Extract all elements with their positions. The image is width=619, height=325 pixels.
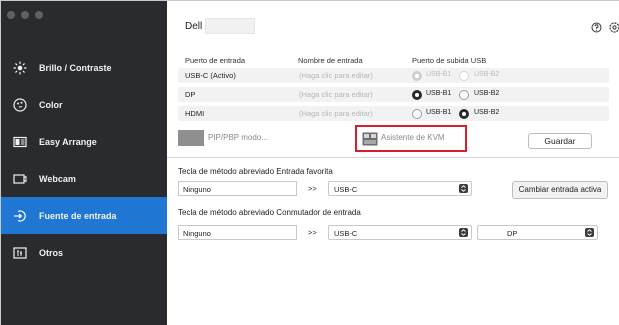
sidebar-item-label: Easy Arrange [39, 136, 97, 147]
save-button[interactable]: Guardar [528, 133, 592, 149]
select-chevron-icon [459, 228, 468, 237]
usb-b2-label: USB-B2 [474, 90, 500, 97]
usb-b1-label: USB-B1 [426, 90, 452, 97]
select-chevron-icon [585, 228, 594, 237]
close-window-button[interactable] [7, 11, 15, 19]
usb-b1-radio [412, 71, 422, 81]
kvm-wizard-icon[interactable] [362, 132, 378, 146]
table-row: DP (Haga clic para editar) USB-B1 USB-B2 [178, 87, 609, 102]
sidebar-item-others[interactable]: Otros [1, 234, 167, 271]
switcher-input-a-select[interactable]: USB-C [328, 225, 472, 240]
sidebar-item-label: Brillo / Contraste [39, 62, 112, 73]
input-source-icon [13, 209, 27, 223]
sidebar-item-brightness[interactable]: Brillo / Contraste [1, 49, 167, 86]
sidebar-item-label: Webcam [39, 173, 76, 184]
sidebar-item-color[interactable]: Color [1, 86, 167, 123]
switcher-shortcut-field[interactable]: Ninguno [178, 225, 297, 240]
divider [167, 157, 619, 158]
usb-b1-label: USB-B1 [426, 71, 452, 78]
kvm-wizard-link[interactable]: Asistente de KVM [381, 133, 445, 142]
color-icon [13, 97, 27, 112]
usb-b1-radio[interactable] [412, 109, 422, 119]
sidebar-item-label: Fuente de entrada [39, 210, 117, 221]
change-active-input-button[interactable]: Cambiar entrada activa [512, 181, 608, 199]
usb-b1-radio[interactable] [412, 90, 422, 100]
sidebar-item-label: Color [39, 99, 63, 110]
usb-b2-label: USB-B2 [474, 109, 500, 116]
usb-b2-label: USB-B2 [474, 71, 500, 78]
favorite-input-select[interactable]: USB-C [328, 181, 472, 196]
main-panel: Dell Puerto de entrada Nombre de entrada… [167, 1, 619, 325]
usb-b2-radio[interactable] [459, 109, 469, 119]
favorite-arrow: >> [308, 184, 317, 193]
header-usb-upstream: Puerto de subida USB [412, 56, 487, 65]
usb-b2-radio [459, 71, 469, 81]
arrange-icon [13, 135, 27, 149]
others-icon [13, 246, 27, 260]
webcam-icon [13, 172, 27, 186]
pip-pbp-icon[interactable] [178, 130, 204, 146]
sidebar-item-easy-arrange[interactable]: Easy Arrange [1, 123, 167, 160]
input-name-field[interactable]: (Haga clic para editar) [299, 71, 373, 80]
header-input-port: Puerto de entrada [185, 56, 246, 65]
sun-icon [13, 60, 27, 75]
input-name-field[interactable]: (Haga clic para editar) [299, 90, 373, 99]
favorite-input-title: Tecla de método abreviado Entrada favori… [178, 167, 333, 176]
input-port-label: HDMI [185, 109, 205, 118]
app-window: Brillo / Contraste Color Easy Arrange We… [0, 0, 619, 325]
input-name-field[interactable]: (Haga clic para editar) [299, 109, 373, 118]
favorite-shortcut-value: Ninguno [183, 185, 211, 194]
table-row: HDMI (Haga clic para editar) USB-B1 USB-… [178, 106, 609, 121]
sidebar-item-webcam[interactable]: Webcam [1, 160, 167, 197]
minimize-window-button[interactable] [21, 11, 29, 19]
usb-b1-label: USB-B1 [426, 109, 452, 116]
sidebar: Brillo / Contraste Color Easy Arrange We… [1, 1, 167, 325]
switcher-input-b-select[interactable]: DP [477, 225, 598, 240]
favorite-shortcut-field[interactable]: Ninguno [178, 181, 297, 196]
monitor-name: Dell [185, 21, 203, 32]
maximize-window-button[interactable] [35, 11, 43, 19]
usb-b2-radio[interactable] [459, 90, 469, 100]
input-port-label: DP [185, 90, 196, 99]
switcher-shortcut-value: Ninguno [183, 229, 211, 238]
input-port-label: USB-C (Activo) [185, 71, 236, 80]
switcher-input-b-value: DP [507, 229, 518, 238]
sidebar-item-label: Otros [39, 247, 64, 258]
pip-pbp-mode-link[interactable]: PIP/PBP modo... [208, 133, 268, 142]
favorite-input-value: USB-C [334, 185, 358, 194]
monitor-model-box [205, 18, 255, 34]
help-icon[interactable] [591, 22, 602, 33]
input-switcher-title: Tecla de método abreviado Conmutador de … [178, 208, 361, 217]
switcher-arrow: >> [308, 228, 317, 237]
gear-icon[interactable] [609, 22, 619, 33]
select-chevron-icon [459, 184, 468, 193]
table-row: USB-C (Activo) (Haga clic para editar) U… [178, 68, 609, 83]
header: Dell [167, 1, 619, 51]
window-controls [7, 11, 43, 19]
switcher-input-a-value: USB-C [334, 229, 358, 238]
sidebar-item-input-source[interactable]: Fuente de entrada [1, 197, 167, 234]
header-input-name: Nombre de entrada [298, 56, 363, 65]
